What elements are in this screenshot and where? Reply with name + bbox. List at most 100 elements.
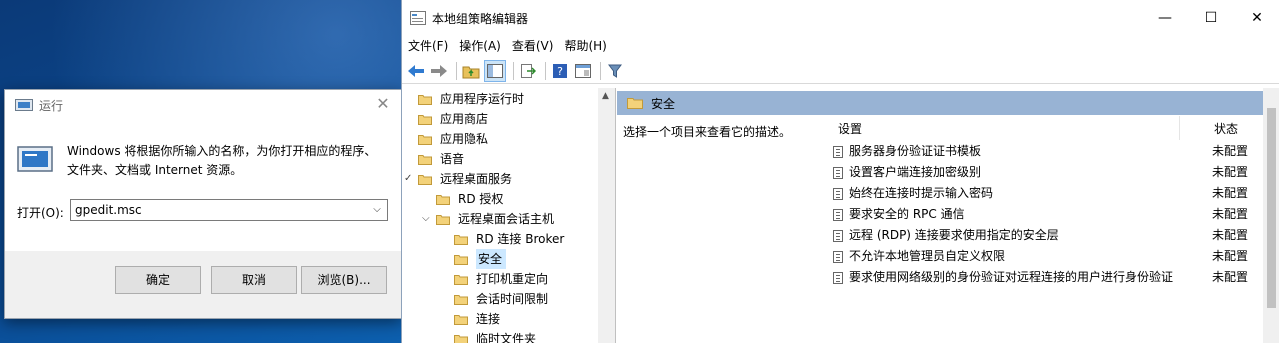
ok-button[interactable]: 确定 xyxy=(115,266,201,294)
policy-setting-icon xyxy=(833,229,843,242)
toolbar: ? xyxy=(402,58,1279,84)
folder-icon xyxy=(418,94,432,105)
cancel-button[interactable]: 取消 xyxy=(211,266,297,294)
folder-icon xyxy=(454,314,468,325)
details-scrollbar[interactable] xyxy=(1263,88,1279,343)
tree-item[interactable]: 会话时间限制 xyxy=(454,289,548,309)
chevron-down-icon[interactable]: ⌵ xyxy=(422,209,436,229)
setting-status: 未配置 xyxy=(1212,249,1249,263)
tree-item[interactable]: 语音 xyxy=(418,149,464,169)
folder-icon xyxy=(454,294,468,305)
folder-open-icon xyxy=(418,174,432,185)
menu-bar: 文件(F) 操作(A) 查看(V) 帮助(H) xyxy=(402,36,612,56)
gp-titlebar[interactable]: 本地组策略编辑器 — ☐ ✕ xyxy=(402,0,1279,36)
setting-name: 始终在连接时提示输入密码 xyxy=(849,186,994,200)
toolbar-separator xyxy=(513,61,514,80)
folder-icon xyxy=(454,234,468,245)
back-arrow-icon[interactable] xyxy=(406,61,426,81)
folder-icon xyxy=(627,98,643,109)
setting-row[interactable]: 设置客户端连接加密级别 未配置 xyxy=(833,162,1263,183)
run-dialog: 运行 ✕ Windows 将根据你所输入的名称，为你打开相应的程序、文件夹、文档… xyxy=(4,89,402,319)
setting-status: 未配置 xyxy=(1212,186,1249,200)
run-description: Windows 将根据你所输入的名称，为你打开相应的程序、文件夹、文档或 Int… xyxy=(67,144,377,177)
run-app-icon xyxy=(15,99,33,111)
export-list-icon[interactable] xyxy=(518,61,538,81)
gp-editor-window: 本地组策略编辑器 — ☐ ✕ 文件(F) 操作(A) 查看(V) 帮助(H) ? xyxy=(401,0,1279,343)
up-folder-icon[interactable] xyxy=(461,61,481,81)
run-titlebar[interactable]: 运行 xyxy=(5,90,401,120)
tree-item-selected[interactable]: 安全 xyxy=(454,249,507,269)
details-heading: 安全 xyxy=(617,91,1263,115)
policy-setting-icon xyxy=(833,208,843,221)
expand-arrow-icon[interactable]: ✓ xyxy=(404,169,418,189)
gp-title: 本地组策略编辑器 xyxy=(432,11,529,26)
tree-item[interactable]: 连接 xyxy=(454,309,500,329)
tree-item[interactable]: 应用商店 xyxy=(418,109,488,129)
setting-name: 设置客户端连接加密级别 xyxy=(849,165,982,179)
tree-item[interactable]: RD 授权 xyxy=(436,189,503,209)
setting-row[interactable]: 要求安全的 RPC 通信 未配置 xyxy=(833,204,1263,225)
toolbar-separator xyxy=(545,61,546,80)
toolbar-separator xyxy=(456,61,457,80)
tree-item-label: RD 授权 xyxy=(458,192,504,206)
close-icon[interactable]: ✕ xyxy=(373,94,393,114)
properties-icon[interactable] xyxy=(573,61,593,81)
filter-icon[interactable] xyxy=(605,61,625,81)
policy-setting-icon xyxy=(833,271,843,284)
tree-item-label: 语音 xyxy=(440,152,465,166)
column-status[interactable]: 状态 xyxy=(1214,120,1238,137)
tree-item-label: 安全 xyxy=(476,249,507,269)
menu-help[interactable]: 帮助(H) xyxy=(558,36,611,56)
setting-name: 不允许本地管理员自定义权限 xyxy=(849,249,1006,263)
column-divider[interactable] xyxy=(1179,116,1180,140)
browse-button[interactable]: 浏览(B)... xyxy=(301,266,387,294)
menu-file[interactable]: 文件(F) xyxy=(402,36,453,56)
maximize-icon[interactable]: ☐ xyxy=(1188,0,1234,36)
setting-status: 未配置 xyxy=(1212,270,1249,284)
folder-icon xyxy=(418,154,432,165)
setting-row[interactable]: 不允许本地管理员自定义权限 未配置 xyxy=(833,246,1263,267)
folder-icon xyxy=(454,334,468,343)
folder-icon xyxy=(454,254,468,265)
tree-item-label: 连接 xyxy=(476,312,501,326)
menu-view[interactable]: 查看(V) xyxy=(506,36,559,56)
close-icon[interactable]: ✕ xyxy=(1234,0,1279,36)
help-icon[interactable]: ? xyxy=(550,61,570,81)
tree-item-label: 应用隐私 xyxy=(440,132,489,146)
show-hide-tree-icon[interactable] xyxy=(484,59,506,82)
chevron-down-icon[interactable]: ⌵ xyxy=(369,201,385,219)
description-hint: 选择一个项目来查看它的描述。 xyxy=(623,125,792,139)
tree-item[interactable]: RD 连接 Broker xyxy=(454,229,564,249)
forward-arrow-icon[interactable] xyxy=(429,61,449,81)
scroll-up-icon[interactable]: ▲ xyxy=(602,91,609,101)
setting-name: 远程 (RDP) 连接要求使用指定的安全层 xyxy=(849,228,1059,242)
run-program-icon xyxy=(17,146,53,172)
tree-item-label: 远程桌面会话主机 xyxy=(458,212,555,226)
tree-item[interactable]: 应用程序运行时 xyxy=(418,89,524,109)
setting-row[interactable]: 远程 (RDP) 连接要求使用指定的安全层 未配置 xyxy=(833,225,1263,246)
setting-status: 未配置 xyxy=(1212,228,1249,242)
setting-name: 服务器身份验证证书模板 xyxy=(849,144,982,158)
scrollbar-thumb[interactable] xyxy=(1267,108,1276,308)
open-combobox[interactable]: ⌵ xyxy=(70,199,388,221)
tree-item-label: 会话时间限制 xyxy=(476,292,549,306)
menu-action[interactable]: 操作(A) xyxy=(453,36,506,56)
column-headers: 设置 状态 xyxy=(822,116,1263,140)
tree-item-expanded[interactable]: ✓ 远程桌面服务 xyxy=(404,169,512,189)
setting-row[interactable]: 服务器身份验证证书模板 未配置 xyxy=(833,141,1263,162)
column-setting[interactable]: 设置 xyxy=(838,120,862,137)
folder-icon xyxy=(454,274,468,285)
tree-scrollbar[interactable]: ▲ xyxy=(598,88,615,343)
minimize-icon[interactable]: — xyxy=(1142,0,1188,36)
tree-item[interactable]: 临时文件夹 xyxy=(454,329,536,343)
open-input[interactable] xyxy=(71,200,369,219)
tree-item-expanded[interactable]: ⌵ 远程桌面会话主机 xyxy=(422,209,554,229)
tree-item[interactable]: 应用隐私 xyxy=(418,129,488,149)
tree-item-label: 打印机重定向 xyxy=(476,272,549,286)
details-pane: 安全 选择一个项目来查看它的描述。 设置 状态 服务器身份验证证书模板 未配置 … xyxy=(617,88,1279,343)
tree-item-label: 远程桌面服务 xyxy=(440,172,513,186)
setting-row[interactable]: 始终在连接时提示输入密码 未配置 xyxy=(833,183,1263,204)
setting-row[interactable]: 要求使用网络级别的身份验证对远程连接的用户进行身份验证 未配置 xyxy=(833,267,1263,288)
policy-setting-icon xyxy=(833,187,843,200)
tree-item[interactable]: 打印机重定向 xyxy=(454,269,548,289)
